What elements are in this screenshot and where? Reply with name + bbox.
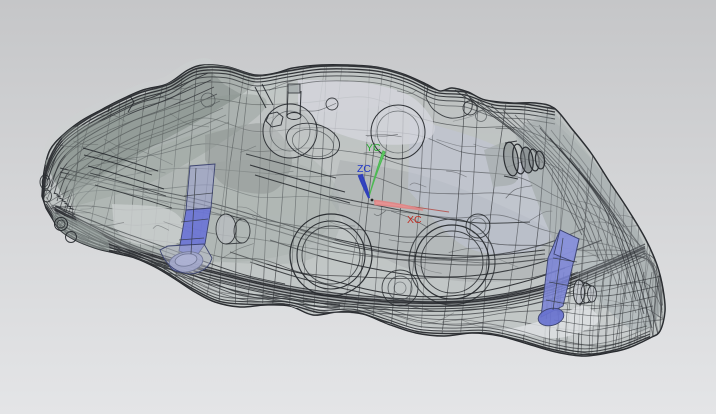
svg-text:XC: XC [407, 214, 422, 226]
svg-text:YC: YC [366, 142, 381, 154]
svg-text:ZC: ZC [357, 163, 371, 175]
